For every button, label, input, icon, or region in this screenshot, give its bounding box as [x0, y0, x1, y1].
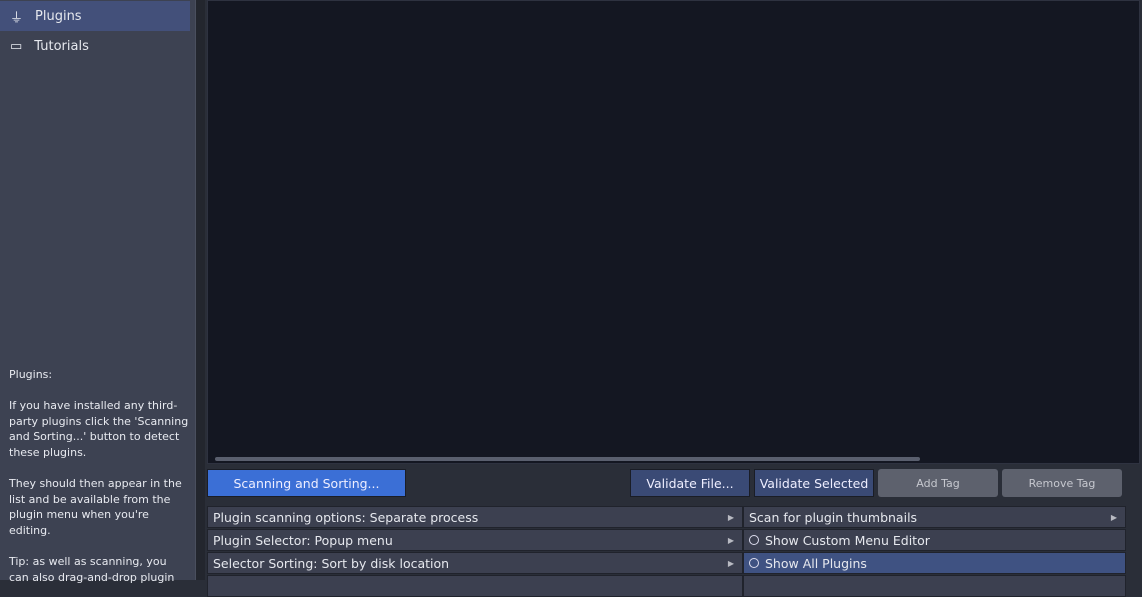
option-scanning-options[interactable]: Plugin scanning options: Separate proces…: [207, 506, 743, 528]
sidebar-item-label: Tutorials: [34, 38, 89, 54]
horizontal-scrollbar[interactable]: [215, 457, 920, 461]
option-label: Plugin Selector: Popup menu: [213, 532, 393, 548]
option-selector-sorting[interactable]: Selector Sorting: Sort by disk location ▶: [207, 552, 743, 574]
submenu-arrow-icon: ▶: [727, 535, 734, 545]
option-label: Scan for plugin thumbnails: [749, 509, 918, 525]
option-row[interactable]: [207, 575, 743, 597]
plugin-list[interactable]: [207, 0, 1140, 464]
option-label: Show All Plugins: [765, 555, 867, 571]
sidebar: ⏚ Plugins ▭ Tutorials Plugins: If you ha…: [0, 0, 195, 584]
sidebar-item-label: Plugins: [35, 8, 82, 24]
radio-icon: [749, 558, 759, 568]
plug-icon: ⏚: [10, 10, 24, 26]
add-tag-button[interactable]: Add Tag: [878, 469, 998, 497]
validate-selected-button[interactable]: Validate Selected: [754, 469, 874, 497]
option-row[interactable]: [743, 575, 1126, 597]
option-label: Plugin scanning options: Separate proces…: [213, 509, 479, 525]
option-scan-thumbnails[interactable]: Scan for plugin thumbnails ▶: [743, 506, 1126, 528]
radio-icon: [749, 535, 759, 545]
option-show-all-plugins[interactable]: Show All Plugins: [743, 552, 1126, 574]
panel-divider[interactable]: [195, 0, 205, 580]
validate-file-button[interactable]: Validate File...: [630, 469, 750, 497]
submenu-arrow-icon: ▶: [1110, 512, 1117, 522]
option-show-custom-menu-editor[interactable]: Show Custom Menu Editor: [743, 529, 1126, 551]
submenu-arrow-icon: ▶: [727, 558, 734, 568]
submenu-arrow-icon: ▶: [727, 512, 734, 522]
help-text: Plugins: If you have installed any third…: [9, 368, 189, 584]
remove-tag-button[interactable]: Remove Tag: [1002, 469, 1122, 497]
option-label: Selector Sorting: Sort by disk location: [213, 555, 450, 571]
tutorials-icon: ▭: [10, 38, 23, 54]
option-plugin-selector[interactable]: Plugin Selector: Popup menu ▶: [207, 529, 743, 551]
sidebar-item-tutorials[interactable]: ▭ Tutorials: [0, 31, 190, 61]
option-label: Show Custom Menu Editor: [765, 532, 930, 548]
sidebar-item-plugins[interactable]: ⏚ Plugins: [0, 1, 190, 31]
scanning-and-sorting-button[interactable]: Scanning and Sorting...: [207, 469, 406, 497]
